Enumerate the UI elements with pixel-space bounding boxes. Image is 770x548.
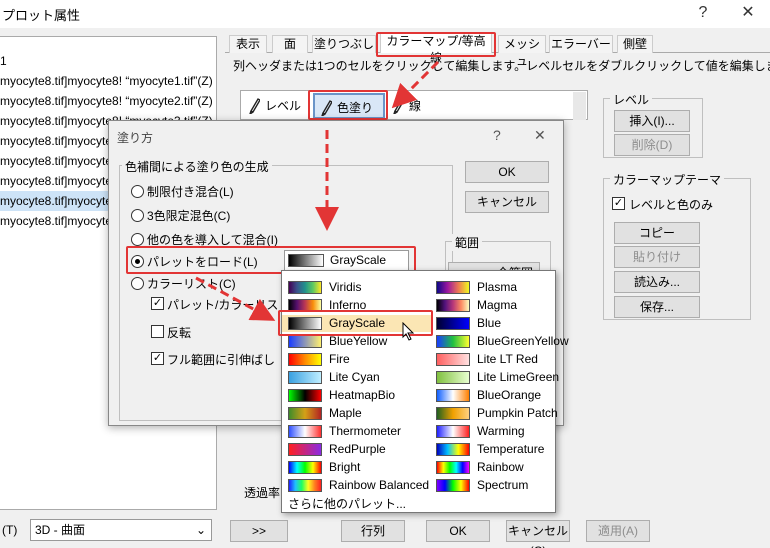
annotation-arrows xyxy=(195,60,440,321)
